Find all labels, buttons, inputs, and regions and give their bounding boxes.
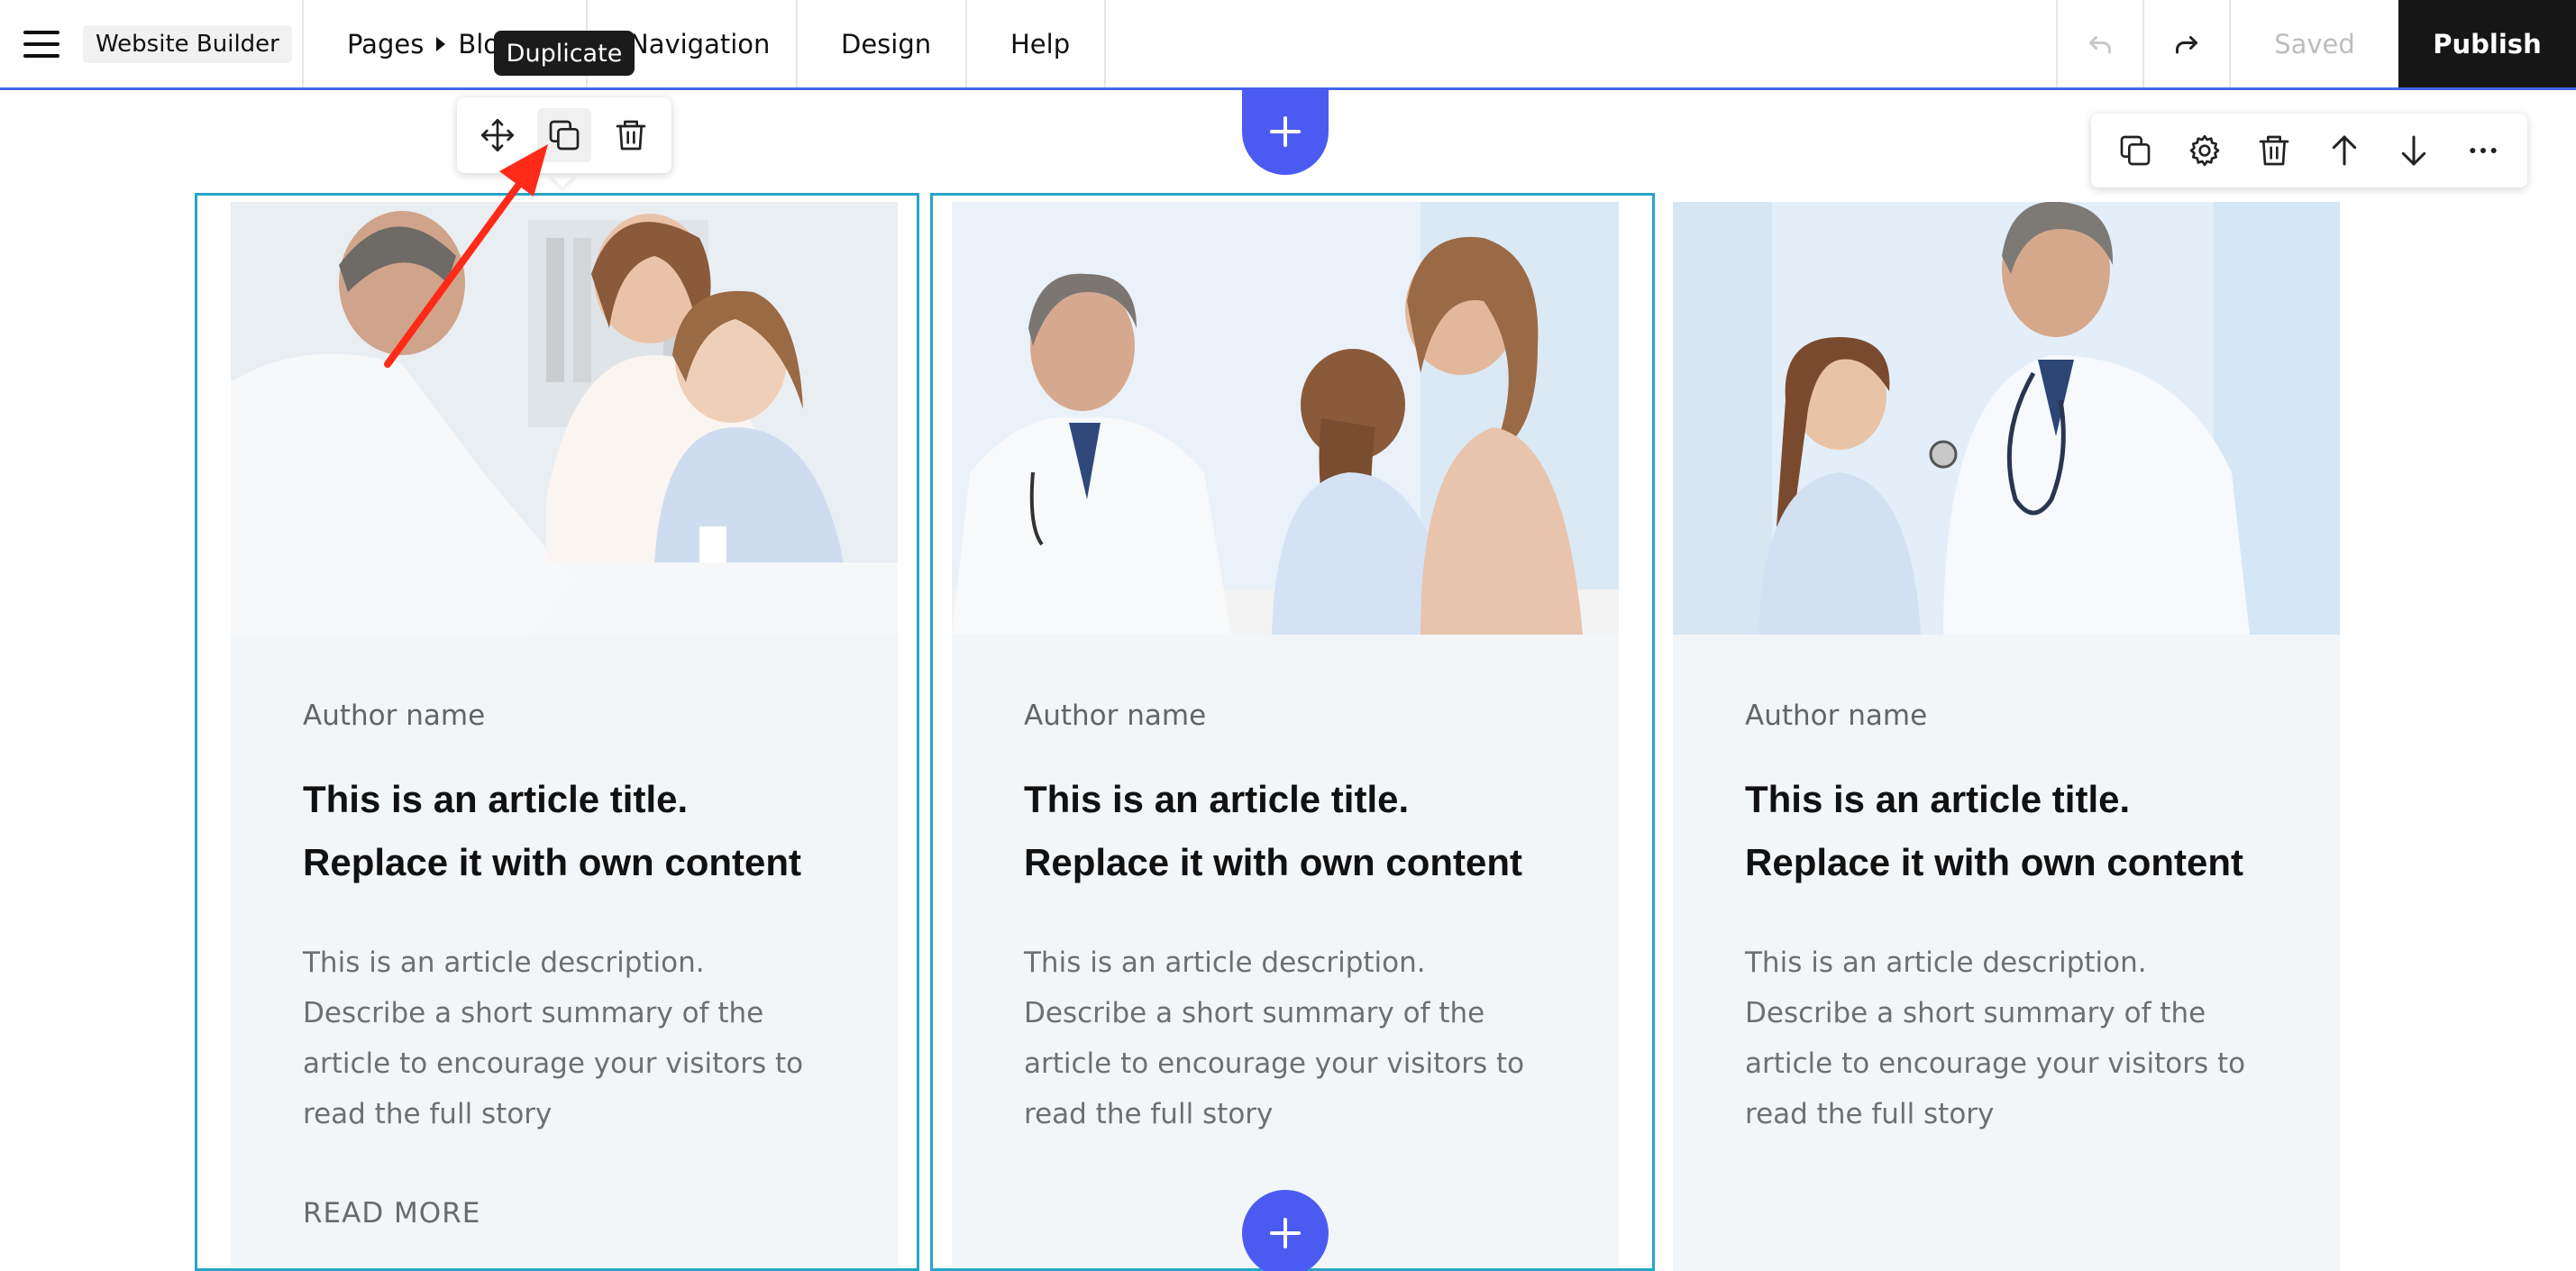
article-description[interactable]: This is an article description. Describe… — [1024, 937, 1547, 1139]
more-options-button[interactable] — [2456, 123, 2510, 178]
card-body-2: Author name This is an article title. Re… — [952, 700, 1619, 1139]
add-section-above-button[interactable] — [1242, 88, 1329, 175]
duplicate-icon — [549, 120, 580, 151]
site-name[interactable]: Website Builder — [83, 24, 292, 63]
plus-icon-vertical — [1283, 1218, 1287, 1248]
caret-right-icon — [436, 36, 446, 51]
article-card-1[interactable]: Author name This is an article title. Re… — [231, 202, 898, 1271]
article-title[interactable]: This is an article title. Replace it wit… — [1745, 768, 2268, 894]
move-button[interactable] — [470, 108, 525, 162]
duplicate-tooltip: Duplicate — [494, 31, 635, 76]
move-section-down-button[interactable] — [2387, 123, 2441, 178]
move-icon — [481, 119, 514, 152]
element-toolbar — [457, 97, 671, 173]
duplicate-element-button[interactable] — [537, 108, 591, 162]
arrow-down-icon — [2401, 135, 2426, 166]
trash-icon — [2259, 135, 2289, 166]
add-section-below-button[interactable] — [1242, 1190, 1329, 1271]
navigation-label: Navigation — [629, 28, 771, 59]
article-image-2[interactable] — [952, 202, 1619, 635]
arrow-up-icon — [2332, 135, 2356, 166]
duplicate-icon — [2120, 135, 2150, 166]
plus-icon-vertical — [1283, 116, 1287, 147]
read-more-link[interactable]: READ MORE — [303, 1197, 826, 1230]
top-bar-spacer — [1106, 0, 2056, 87]
pages-label: Pages — [347, 28, 425, 59]
article-image-3[interactable] — [1673, 202, 2340, 635]
delete-element-button[interactable] — [604, 108, 658, 162]
redo-icon — [2176, 35, 2197, 53]
trash-icon — [616, 120, 646, 151]
author-name[interactable]: Author name — [303, 700, 826, 732]
top-bar: Website Builder Pages Blog Navigation De… — [0, 0, 2576, 90]
more-horizontal-icon — [2470, 148, 2497, 153]
undo-icon — [2089, 35, 2111, 53]
publish-button[interactable]: Publish — [2398, 0, 2576, 87]
article-card-3[interactable]: Author name This is an article title. Re… — [1673, 202, 2340, 1271]
author-name[interactable]: Author name — [1745, 700, 2268, 732]
duplicate-section-button[interactable] — [2108, 123, 2162, 178]
card-body-3: Author name This is an article title. Re… — [1673, 700, 2340, 1139]
gear-icon — [2189, 134, 2220, 167]
help-menu[interactable]: Help — [967, 0, 1106, 87]
delete-section-button[interactable] — [2247, 123, 2301, 178]
card-body-1: Author name This is an article title. Re… — [231, 700, 898, 1230]
undo-button[interactable] — [2056, 0, 2142, 87]
author-name[interactable]: Author name — [1024, 700, 1547, 732]
section-toolbar — [2091, 114, 2527, 187]
site-name-container: Website Builder — [83, 0, 304, 87]
article-image-1[interactable] — [231, 202, 898, 635]
article-title[interactable]: This is an article title. Replace it wit… — [1024, 768, 1547, 894]
article-description[interactable]: This is an article description. Describe… — [1745, 937, 2268, 1139]
section-settings-button[interactable] — [2178, 123, 2232, 178]
design-menu[interactable]: Design — [798, 0, 967, 87]
article-description[interactable]: This is an article description. Describe… — [303, 937, 826, 1139]
hamburger-menu-icon[interactable] — [0, 0, 83, 87]
saved-status: Saved — [2229, 0, 2398, 87]
help-label: Help — [1010, 28, 1071, 59]
article-card-2[interactable]: Author name This is an article title. Re… — [952, 202, 1619, 1271]
move-section-up-button[interactable] — [2317, 123, 2371, 178]
article-title[interactable]: This is an article title. Replace it wit… — [303, 768, 826, 894]
design-label: Design — [841, 28, 932, 59]
redo-button[interactable] — [2142, 0, 2229, 87]
